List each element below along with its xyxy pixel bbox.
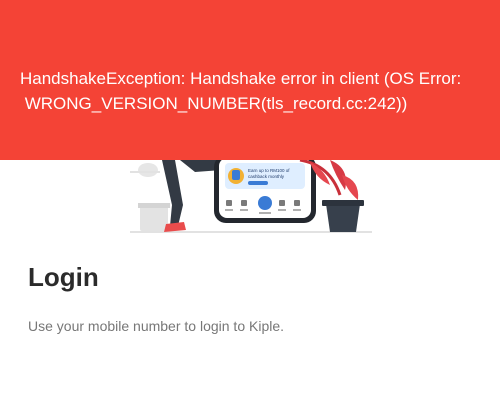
phone-icon: Earn up to RM100 of cashback monthly	[214, 155, 316, 223]
login-subtitle: Use your mobile number to login to Kiple…	[28, 318, 285, 334]
page-title: Login	[28, 262, 99, 292]
error-message: HandshakeException: Handshake error in c…	[20, 69, 462, 113]
login-screen: Earn up to RM100 of cashback monthly Han…	[0, 0, 500, 401]
promo-line1: Earn up to RM100 of	[248, 168, 290, 173]
error-banner: HandshakeException: Handshake error in c…	[0, 0, 500, 160]
promo-line2: cashback monthly	[248, 174, 285, 179]
